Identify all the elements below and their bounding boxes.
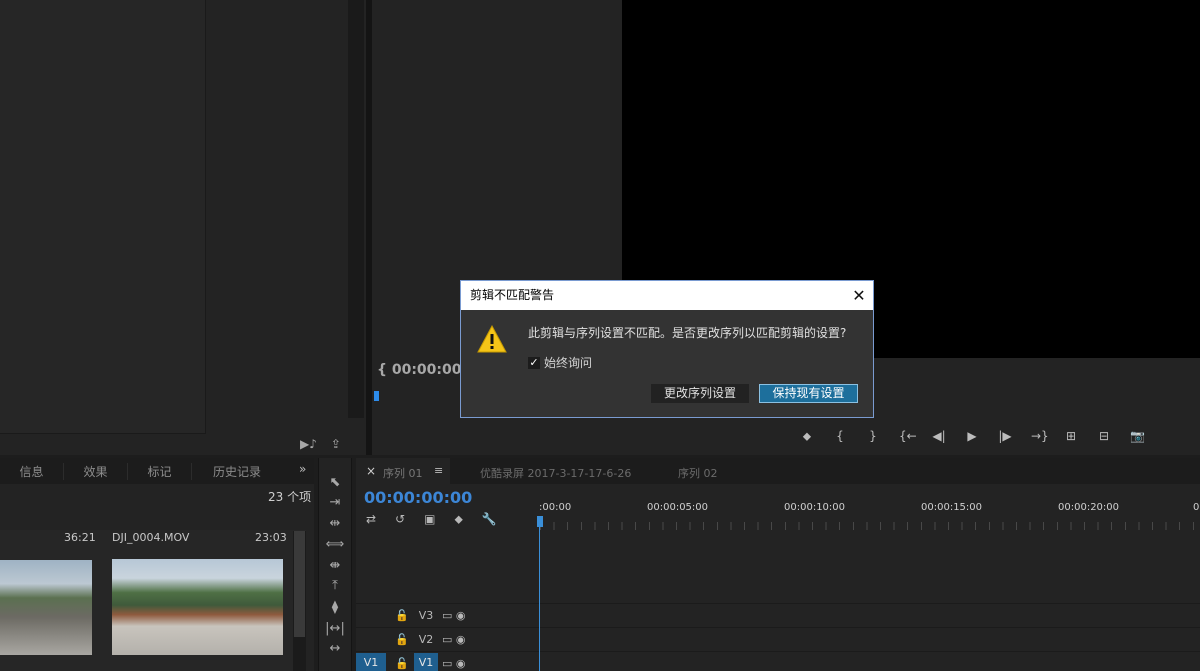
timeline-timecode[interactable]: 00:00:00:00 xyxy=(364,488,472,507)
snap-icon[interactable]: ⇄ xyxy=(366,512,376,527)
change-sequence-settings-button[interactable]: 更改序列设置 xyxy=(651,384,749,403)
razor-tool-icon[interactable]: ⤒ xyxy=(318,578,352,593)
lock-icon[interactable]: 🔓 xyxy=(390,609,414,622)
track-visibility-icon[interactable]: ▭ ◉ xyxy=(442,657,466,670)
tab-history[interactable]: 历史记录 xyxy=(192,463,282,480)
always-ask-checkbox[interactable]: ✓ 始终询问 xyxy=(528,354,592,371)
track-name[interactable]: V1 xyxy=(414,653,438,671)
ruler-label: :00:00 xyxy=(539,502,572,513)
slide-tool-icon[interactable]: |↔| xyxy=(318,621,352,636)
step-back-icon[interactable]: ◀| xyxy=(932,429,946,443)
clip-duration: 36:21 xyxy=(64,531,96,544)
lift-icon[interactable]: ⊞ xyxy=(1064,429,1078,443)
clip-duration: 23:03 xyxy=(255,531,287,544)
ruler-label: 00:00:20:00 xyxy=(1058,502,1120,513)
timeline-toolbar: ⇄ ↺ ▣ ⬥ 🔧 xyxy=(366,512,516,527)
timeline-playhead-line[interactable] xyxy=(539,518,540,671)
close-tab-icon[interactable]: × xyxy=(366,464,376,478)
tab-label: 优酷录屏 xyxy=(480,467,524,480)
slip-tool-icon[interactable]: ⧫ xyxy=(318,600,352,615)
track-name[interactable]: V3 xyxy=(414,609,438,622)
selection-tool-icon[interactable]: ⬉ xyxy=(318,475,352,490)
add-marker-icon[interactable]: ▣ xyxy=(424,512,435,527)
marker-icon[interactable]: ⬥ xyxy=(454,512,462,527)
clip-name: DJI_0004.MOV xyxy=(112,531,190,544)
warning-icon xyxy=(477,324,507,353)
ruler-label: 00:00:10:00 xyxy=(784,502,846,513)
ruler-label: 00:00:05:00 xyxy=(647,502,709,513)
track-header-v2: 🔓 V2 ▭ ◉ xyxy=(356,627,539,651)
rolling-edit-tool-icon[interactable]: ⟺ xyxy=(318,537,352,552)
ruler-label: 0 xyxy=(1193,502,1200,513)
tab-sequence-02[interactable]: 序列 02 xyxy=(678,465,718,481)
program-playhead[interactable] xyxy=(374,391,379,401)
tab-suffix: 2017-3-17-17-6-26 xyxy=(527,467,632,480)
checkbox-mark[interactable]: ✓ xyxy=(528,356,540,369)
track-select-tool-icon[interactable]: ⇥ xyxy=(318,495,352,510)
project-panel-tabs: 信息 效果 标记 历史记录 xyxy=(0,458,314,484)
project-scrollbar-thumb[interactable] xyxy=(294,531,305,637)
linked-selection-icon[interactable]: ↺ xyxy=(395,512,405,527)
source-panel-footer: ▶♪ ⇪ xyxy=(300,434,360,454)
clip-thumbnail[interactable] xyxy=(112,559,283,655)
tab-effects[interactable]: 效果 xyxy=(64,462,128,480)
tab-info[interactable]: 信息 xyxy=(0,462,64,480)
transport-controls: ⬥ { } {← ◀| ▶ |▶ →} ⊞ ⊟ 📷 xyxy=(800,426,1195,446)
source-panel-scrollbar[interactable] xyxy=(348,0,364,418)
source-patch[interactable]: V1 xyxy=(356,653,386,671)
checkbox-label[interactable]: 始终询问 xyxy=(544,354,592,371)
ruler-background xyxy=(540,514,1200,522)
lock-icon[interactable]: 🔓 xyxy=(390,657,414,670)
go-to-in-icon[interactable]: {← xyxy=(899,429,917,443)
export-frame-icon[interactable]: ⇪ xyxy=(331,437,341,451)
more-panels-icon[interactable]: » xyxy=(299,462,306,476)
step-forward-icon[interactable]: |▶ xyxy=(998,429,1012,443)
track-visibility-icon[interactable]: ▭ ◉ xyxy=(442,609,466,622)
track-header-v1: V1 🔓 V1 ▭ ◉ xyxy=(356,651,539,671)
add-marker-icon[interactable]: ⬥ xyxy=(800,429,814,444)
mark-in-icon[interactable]: { xyxy=(833,429,847,443)
close-icon[interactable]: ✕ xyxy=(847,281,871,310)
timeline-playhead[interactable] xyxy=(537,516,543,527)
tab-menu-icon[interactable]: ≡ xyxy=(434,464,443,477)
tab-youku-recording[interactable]: 优酷录屏 2017-3-17-17-6-26 xyxy=(480,465,631,481)
extract-icon[interactable]: ⊟ xyxy=(1097,429,1111,443)
camera-icon[interactable]: 📷 xyxy=(1130,429,1145,443)
dialog-message: 此剪辑与序列设置不匹配。是否更改序列以匹配剪辑的设置? xyxy=(528,326,847,340)
wrench-icon[interactable]: 🔧 xyxy=(482,512,497,527)
item-count: 23 个项 xyxy=(268,490,312,504)
clip-thumbnail[interactable] xyxy=(0,560,92,655)
mark-out-icon[interactable]: } xyxy=(866,429,880,443)
pen-tool-icon[interactable]: ↔ xyxy=(318,641,352,656)
play-icon[interactable]: ▶ xyxy=(965,429,979,443)
lock-icon[interactable]: 🔓 xyxy=(390,633,414,646)
tab-sequence-01-label[interactable]: 序列 01 xyxy=(383,465,423,481)
insert-to-timeline-icon[interactable]: ▶♪ xyxy=(300,437,317,451)
ripple-edit-tool-icon[interactable]: ⇹ xyxy=(318,516,352,531)
source-panel-content xyxy=(0,0,206,434)
track-visibility-icon[interactable]: ▭ ◉ xyxy=(442,633,466,646)
ruler-label: 00:00:15:00 xyxy=(921,502,983,513)
rate-stretch-tool-icon[interactable]: ⇼ xyxy=(318,558,352,573)
track-header-v3: 🔓 V3 ▭ ◉ xyxy=(356,603,539,627)
go-to-out-icon[interactable]: →} xyxy=(1031,429,1049,443)
dialog-title: 剪辑不匹配警告 xyxy=(461,281,873,310)
tab-markers[interactable]: 标记 xyxy=(128,462,192,480)
keep-existing-settings-button[interactable]: 保持现有设置 xyxy=(759,384,858,403)
track-name[interactable]: V2 xyxy=(414,633,438,646)
